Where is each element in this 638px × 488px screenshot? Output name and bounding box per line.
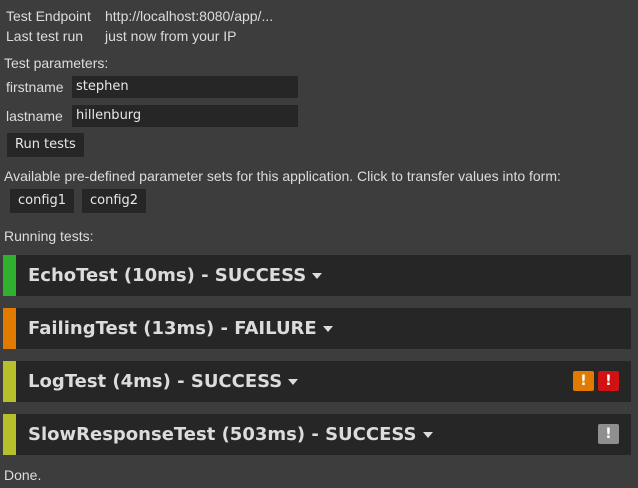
status-bar bbox=[3, 361, 16, 402]
lastname-label: lastname bbox=[6, 108, 63, 124]
test-title-text: EchoTest (10ms) - SUCCESS bbox=[28, 265, 307, 286]
status-bar bbox=[3, 255, 16, 296]
endpoint-value: http://localhost:8080/app/... bbox=[105, 8, 274, 24]
last-run-value: just now from your IP bbox=[105, 28, 237, 44]
test-parameters-heading: Test parameters: bbox=[4, 55, 109, 71]
test-result-row[interactable]: LogTest (4ms) - SUCCESS!! bbox=[3, 361, 631, 402]
test-title-text: LogTest (4ms) - SUCCESS bbox=[28, 371, 283, 392]
status-text: Done. bbox=[4, 467, 42, 483]
lastname-field[interactable]: hillenburg bbox=[72, 105, 298, 127]
firstname-field[interactable]: stephen bbox=[72, 76, 298, 98]
firstname-label: firstname bbox=[6, 79, 64, 95]
caret-down-icon[interactable] bbox=[312, 272, 323, 279]
caret-down-icon[interactable] bbox=[422, 431, 433, 438]
info-icon[interactable]: ! bbox=[598, 424, 619, 444]
error-icon[interactable]: ! bbox=[598, 371, 619, 391]
config2-button[interactable]: config2 bbox=[82, 189, 147, 213]
test-title[interactable]: LogTest (4ms) - SUCCESS bbox=[28, 371, 299, 392]
lastname-row: lastname hillenburg bbox=[6, 105, 298, 127]
test-result-row[interactable]: SlowResponseTest (503ms) - SUCCESS! bbox=[3, 414, 631, 455]
test-title-text: FailingTest (13ms) - FAILURE bbox=[28, 318, 317, 339]
test-title[interactable]: SlowResponseTest (503ms) - SUCCESS bbox=[28, 424, 433, 445]
last-run-label: Last test run bbox=[6, 28, 84, 44]
test-title-text: SlowResponseTest (503ms) - SUCCESS bbox=[28, 424, 417, 445]
endpoint-label: Test Endpoint bbox=[6, 8, 91, 24]
config1-button[interactable]: config1 bbox=[10, 189, 75, 213]
log-badges: ! bbox=[598, 424, 619, 444]
status-bar bbox=[3, 414, 16, 455]
log-badges: !! bbox=[573, 371, 619, 391]
test-title[interactable]: EchoTest (10ms) - SUCCESS bbox=[28, 265, 323, 286]
run-tests-button[interactable]: Run tests bbox=[7, 133, 84, 157]
status-bar bbox=[3, 308, 16, 349]
warning-icon[interactable]: ! bbox=[573, 371, 594, 391]
caret-down-icon[interactable] bbox=[322, 325, 333, 332]
test-result-row[interactable]: EchoTest (10ms) - SUCCESS bbox=[3, 255, 631, 296]
caret-down-icon[interactable] bbox=[288, 378, 299, 385]
endpoint-info: Test Endpoint http://localhost:8080/app/… bbox=[6, 6, 273, 46]
test-result-row[interactable]: FailingTest (13ms) - FAILURE bbox=[3, 308, 631, 349]
firstname-row: firstname stephen bbox=[6, 76, 298, 98]
predefined-sets-text: Available pre-defined parameter sets for… bbox=[4, 168, 561, 184]
test-title[interactable]: FailingTest (13ms) - FAILURE bbox=[28, 318, 333, 339]
running-tests-heading: Running tests: bbox=[4, 228, 94, 244]
